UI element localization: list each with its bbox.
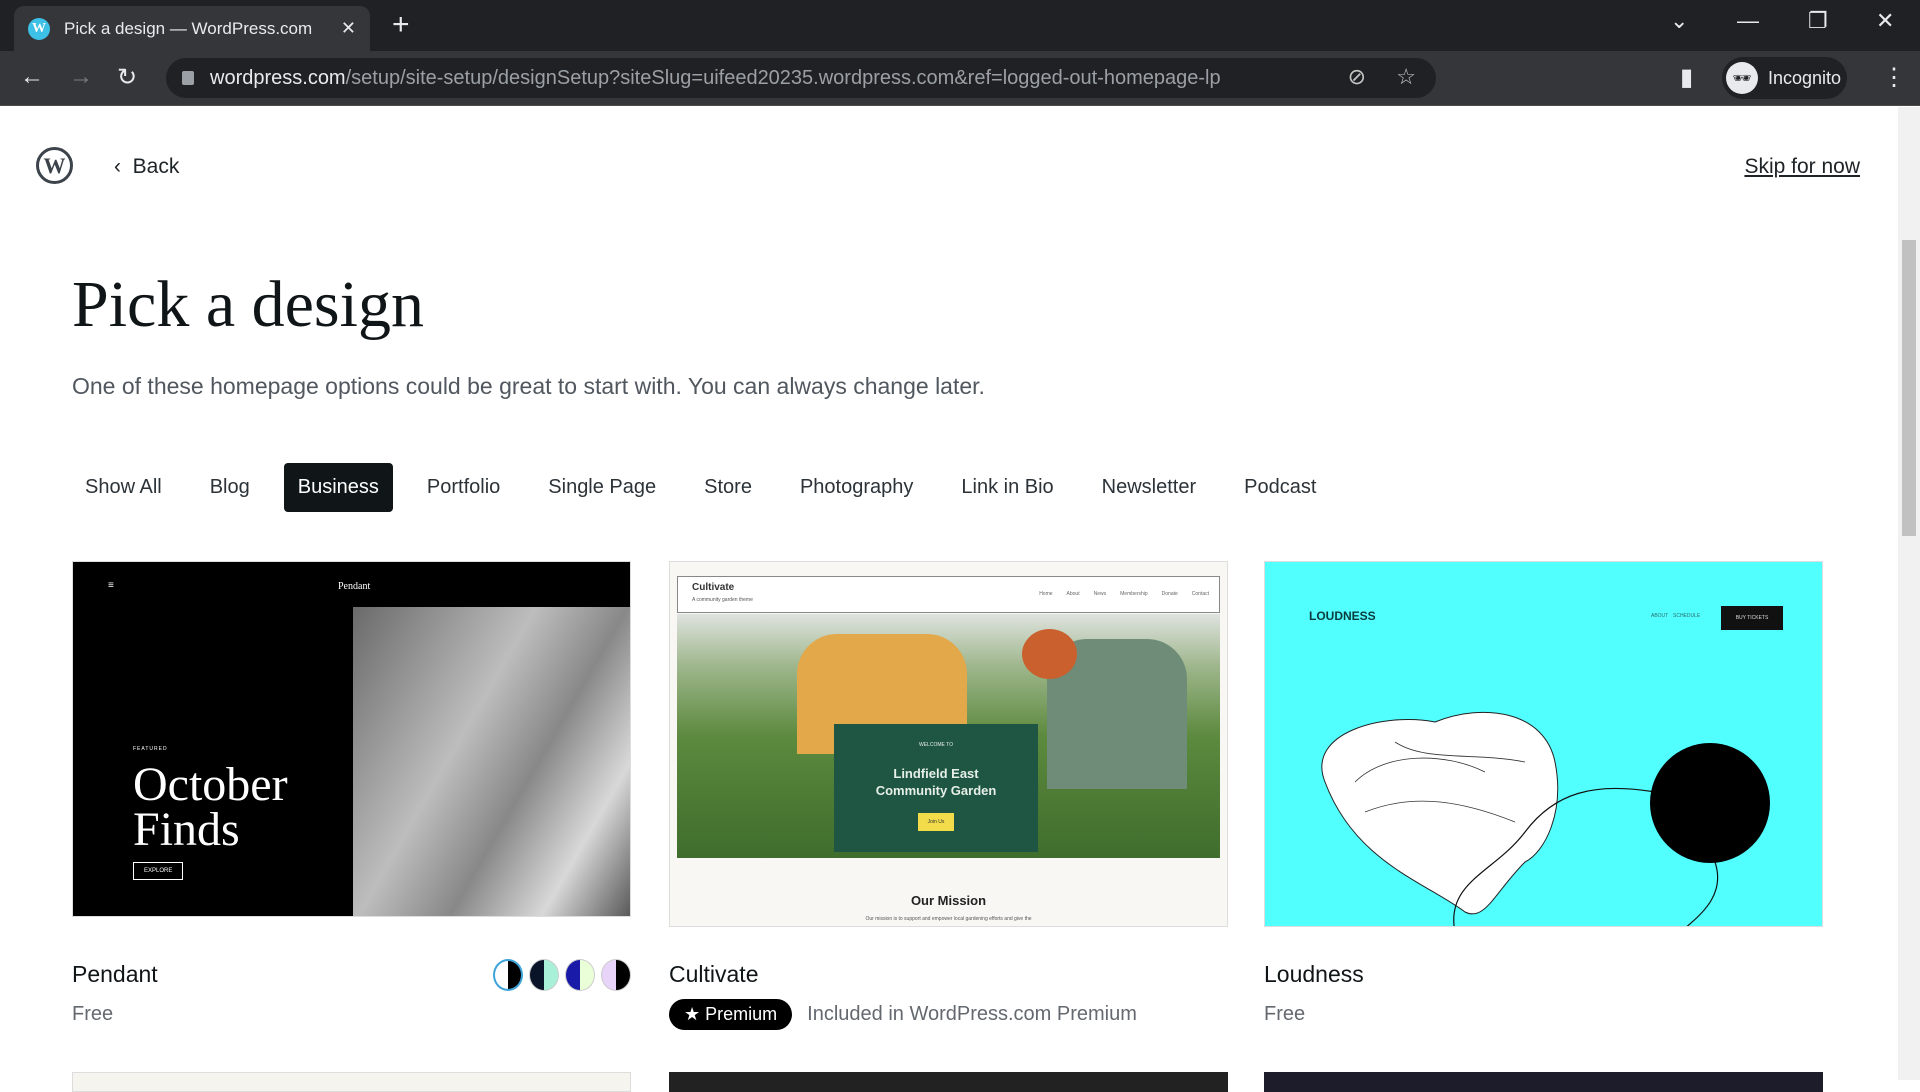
category-filters: Show All Blog Business Portfolio Single …: [72, 463, 1350, 512]
reload-icon[interactable]: ↻: [117, 63, 137, 92]
preview-section-title: Our Mission: [910, 893, 987, 908]
filter-store[interactable]: Store: [690, 463, 766, 512]
preview-tagline: A community garden theme: [692, 597, 753, 603]
skip-link[interactable]: Skip for now: [1744, 155, 1860, 179]
preview-kicker: FEATURED: [133, 746, 168, 752]
eye-off-icon[interactable]: ⊘: [1348, 64, 1366, 90]
preview-button: EXPLORE: [133, 862, 184, 880]
page-title: Pick a design: [72, 268, 424, 341]
design-name: Loudness: [1264, 961, 1364, 987]
address-bar[interactable]: wordpress.com /setup/site-setup/designSe…: [166, 58, 1436, 98]
filter-blog[interactable]: Blog: [196, 463, 264, 512]
design-preview[interactable]: LOUDNESS ABOUT SCHEDULE BUY TICKETS: [1264, 561, 1823, 927]
design-card-pendant[interactable]: ≡ Pendant FEATURED October Finds EXPLORE …: [72, 561, 631, 1025]
color-swatches: [493, 959, 631, 991]
design-card-cultivate[interactable]: Cultivate A community garden theme Home A…: [669, 561, 1228, 1030]
premium-note: Included in WordPress.com Premium: [807, 1003, 1137, 1025]
browser-tab[interactable]: W Pick a design — WordPress.com ✕: [14, 6, 370, 51]
new-tab-icon[interactable]: +: [392, 8, 410, 42]
preview-hero-box: WELCOME TO Lindfield East Community Gard…: [834, 724, 1038, 852]
wordpress-logo-icon[interactable]: W: [36, 147, 73, 184]
chevron-left-icon: ‹: [114, 155, 133, 178]
back-label: Back: [132, 155, 180, 178]
address-toolbar: ← → ↻ wordpress.com /setup/site-setup/de…: [0, 51, 1920, 106]
design-preview[interactable]: Cultivate A community garden theme Home A…: [669, 561, 1228, 927]
lock-icon: [182, 71, 194, 85]
design-price: Free: [1264, 1003, 1306, 1025]
star-icon: ★: [684, 1004, 706, 1024]
filter-newsletter[interactable]: Newsletter: [1088, 463, 1210, 512]
filter-photography[interactable]: Photography: [786, 463, 927, 512]
design-name: Pendant: [72, 961, 158, 987]
design-price: Free: [72, 1003, 114, 1025]
swatch-2[interactable]: [529, 959, 559, 991]
url-path: /setup/site-setup/designSetup?siteSlug=u…: [345, 66, 1221, 89]
filter-podcast[interactable]: Podcast: [1230, 463, 1330, 512]
design-card-next-2[interactable]: [669, 1072, 1228, 1092]
design-card-next-1[interactable]: [72, 1072, 631, 1092]
back-button[interactable]: ‹ Back: [114, 155, 179, 179]
preview-site-title: Pendant: [338, 581, 371, 592]
filter-portfolio[interactable]: Portfolio: [413, 463, 514, 512]
design-preview[interactable]: ≡ Pendant FEATURED October Finds EXPLORE: [72, 561, 631, 917]
preview-header: Cultivate A community garden theme Home A…: [677, 576, 1220, 613]
star-icon[interactable]: ☆: [1396, 64, 1416, 90]
scrollbar-thumb[interactable]: [1902, 240, 1916, 536]
preview-artwork: [1321, 711, 1770, 926]
back-arrow-icon[interactable]: ←: [20, 63, 44, 91]
url-host: wordpress.com: [210, 66, 346, 89]
swatch-1[interactable]: [493, 959, 523, 991]
close-window-icon[interactable]: ✕: [1876, 8, 1894, 34]
wordpress-favicon-icon: W: [28, 17, 50, 40]
preview-photo: [353, 607, 630, 916]
swatch-4[interactable]: [601, 959, 631, 991]
page: W ‹ Back Skip for now Pick a design One …: [0, 107, 1898, 1092]
page-subtitle: One of these homepage options could be g…: [72, 373, 985, 399]
filter-single-page[interactable]: Single Page: [534, 463, 670, 512]
swatch-3[interactable]: [565, 959, 595, 991]
incognito-icon: 🕶: [1726, 62, 1758, 94]
tab-search-icon[interactable]: ⌄: [1670, 8, 1688, 34]
tab-title: Pick a design — WordPress.com: [64, 18, 313, 38]
premium-badge: ★ Premium: [669, 999, 793, 1030]
close-tab-icon[interactable]: ✕: [341, 18, 356, 39]
incognito-profile[interactable]: 🕶 Incognito: [1722, 57, 1847, 99]
filter-show-all[interactable]: Show All: [72, 463, 176, 512]
premium-info: ★ Premium Included in WordPress.com Prem…: [669, 999, 1137, 1030]
side-panel-icon[interactable]: ▮: [1680, 63, 1693, 92]
preview-body: Our mission is to support and empower lo…: [865, 916, 1032, 922]
forward-arrow-icon[interactable]: →: [69, 63, 93, 91]
restore-icon[interactable]: ❐: [1808, 8, 1828, 34]
design-card-loudness[interactable]: LOUDNESS ABOUT SCHEDULE BUY TICKETS Loud…: [1264, 561, 1823, 1025]
preview-site-title: Cultivate: [692, 582, 735, 593]
design-card-next-3[interactable]: [1264, 1072, 1823, 1092]
browser-tab-bar: W Pick a design — WordPress.com ✕ + ⌄ — …: [0, 0, 1920, 51]
design-name: Cultivate: [669, 961, 759, 987]
scrollbar[interactable]: [1898, 107, 1920, 1080]
filter-link-in-bio[interactable]: Link in Bio: [947, 463, 1067, 512]
preview-menu: Home About News Membership Donate Contact: [1039, 591, 1209, 597]
preview-headline: October Finds: [133, 758, 288, 856]
menu-icon: ≡: [108, 580, 114, 591]
filter-business[interactable]: Business: [283, 463, 393, 512]
menu-icon[interactable]: ⋮: [1882, 63, 1906, 92]
minimize-icon[interactable]: —: [1737, 8, 1759, 34]
profile-label: Incognito: [1768, 67, 1842, 88]
